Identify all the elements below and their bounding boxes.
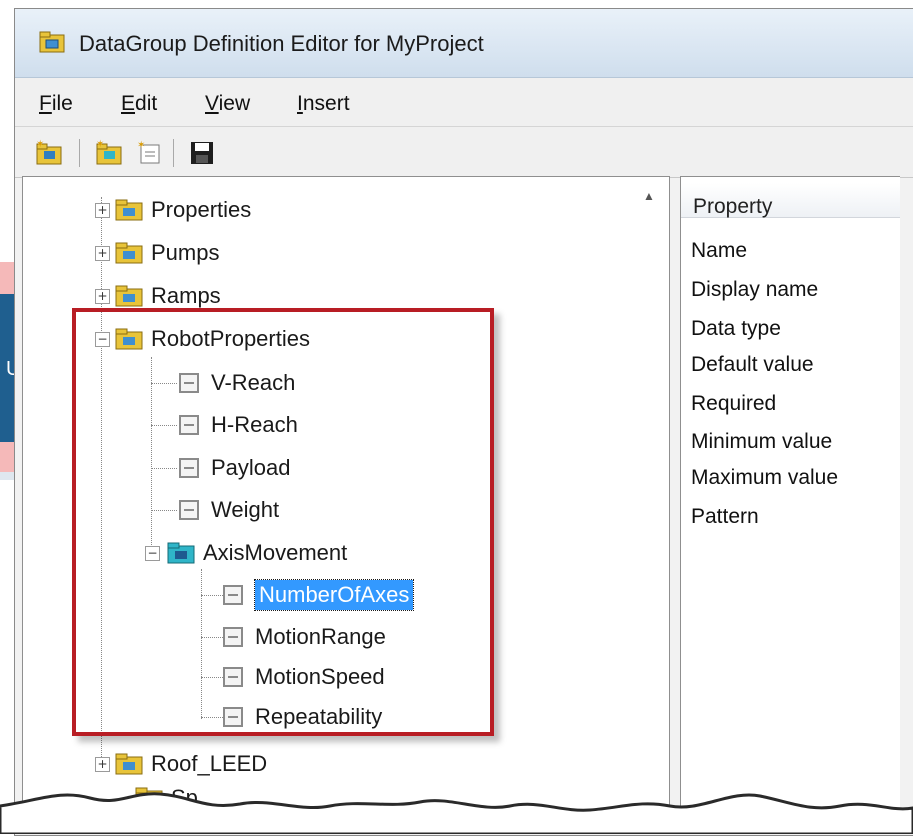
- property-column-header[interactable]: Property: [681, 183, 900, 218]
- toolbar-separator: [173, 139, 174, 167]
- folder-icon: [115, 753, 143, 775]
- tree-node-group[interactable]: Roof_LEED: [115, 747, 267, 781]
- title-bar[interactable]: DataGroup Definition Editor for MyProjec…: [15, 9, 913, 78]
- svg-text:✶: ✶: [96, 139, 104, 150]
- menu-edit-mnemonic: E: [121, 92, 136, 115]
- menu-view-label: iew: [218, 92, 251, 115]
- save-icon[interactable]: [187, 139, 217, 167]
- property-row[interactable]: Default value: [691, 353, 814, 377]
- folder-icon: [115, 285, 143, 307]
- toolbar-separator: [79, 139, 80, 167]
- menu-edit-label: dit: [135, 92, 158, 115]
- menu-view-mnemonic: V: [205, 92, 219, 115]
- tree-node-label: Pumps: [151, 240, 220, 265]
- expand-toggle-icon[interactable]: +: [95, 757, 110, 772]
- menu-file-mnemonic: F: [39, 92, 52, 115]
- tree-node-group[interactable]: Sp: [135, 781, 198, 815]
- tree-node-label: Ramps: [151, 283, 221, 308]
- expand-toggle-icon[interactable]: +: [95, 203, 110, 218]
- new-property-icon[interactable]: ✶: [135, 139, 165, 167]
- tree-node-label: Properties: [151, 197, 252, 222]
- new-group-icon[interactable]: ✶: [35, 139, 65, 167]
- tree-node-group[interactable]: Properties: [115, 193, 251, 227]
- tree-node-group[interactable]: Pumps: [115, 236, 219, 270]
- expand-toggle-icon[interactable]: +: [95, 246, 110, 261]
- properties-panel: Property Name Display name Data type Def…: [680, 176, 900, 828]
- menu-insert[interactable]: Insert: [297, 92, 350, 116]
- tree-node-label: Roof_LEED: [151, 751, 268, 776]
- folder-icon: [115, 242, 143, 264]
- svg-text:✶: ✶: [137, 140, 145, 151]
- folder-icon: [115, 199, 143, 221]
- folder-group-icon: [39, 31, 65, 53]
- scroll-up-arrow-icon[interactable]: ▲: [643, 189, 655, 203]
- property-header-label: Property: [693, 195, 773, 218]
- property-row[interactable]: Data type: [691, 317, 781, 341]
- folder-icon: [135, 787, 163, 809]
- property-row[interactable]: Minimum value: [691, 430, 832, 454]
- property-row[interactable]: Display name: [691, 278, 818, 302]
- expand-toggle-icon[interactable]: +: [95, 289, 110, 304]
- menu-file[interactable]: File: [39, 92, 73, 116]
- menu-view[interactable]: View: [205, 92, 250, 116]
- menu-file-label: ile: [51, 92, 73, 115]
- property-row[interactable]: Required: [691, 392, 776, 416]
- toolbar: ✶ ✶ ✶: [15, 127, 913, 178]
- svg-text:✶: ✶: [36, 139, 44, 150]
- menu-insert-label: nsert: [302, 92, 350, 115]
- property-row[interactable]: Name: [691, 239, 747, 263]
- tree-node-label: Sp: [171, 785, 198, 810]
- menu-edit[interactable]: Edit: [121, 92, 157, 116]
- menu-bar: File Edit View Insert: [15, 78, 913, 127]
- property-row[interactable]: Maximum value: [691, 466, 838, 490]
- property-row[interactable]: Pattern: [691, 505, 759, 529]
- window-title: DataGroup Definition Editor for MyProjec…: [79, 31, 484, 56]
- highlight-annotation-box: [72, 308, 494, 736]
- new-subgroup-icon[interactable]: ✶: [95, 139, 125, 167]
